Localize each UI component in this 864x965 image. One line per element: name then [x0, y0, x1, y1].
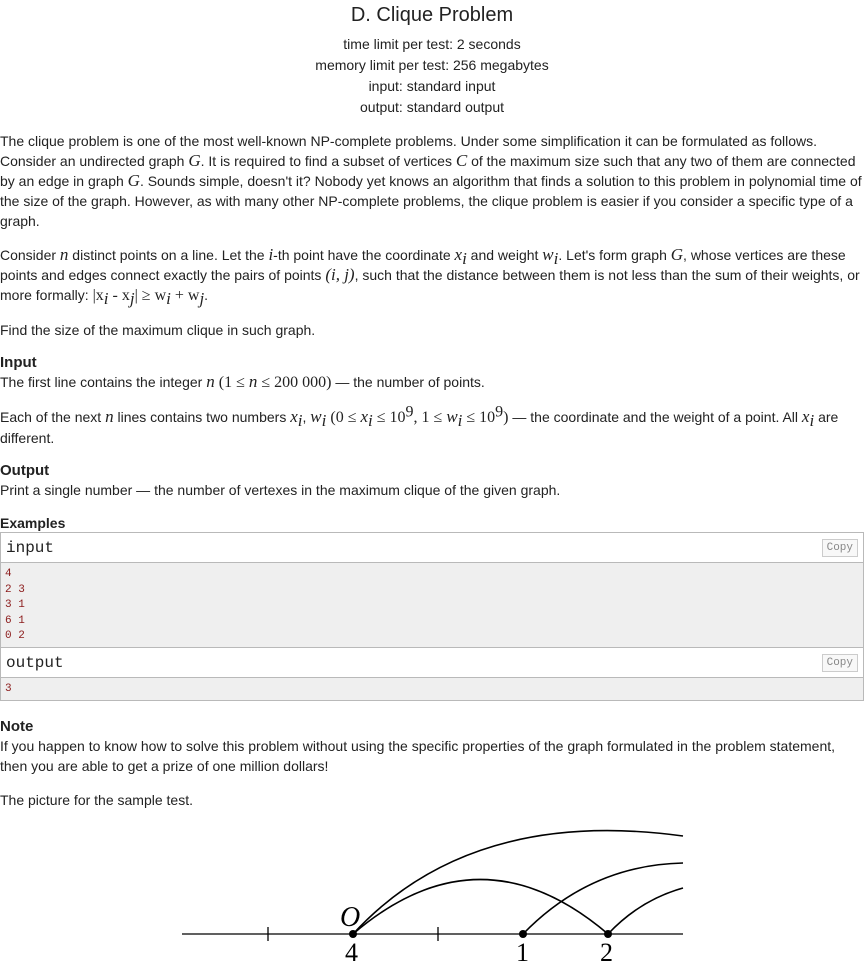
- arc-origin-to-2: [352, 878, 609, 935]
- problem-statement: The clique problem is one of the most we…: [0, 131, 864, 340]
- input-spec: input: standard input: [368, 78, 496, 94]
- sample-input-box: input Copy 4 2 3 3 1 6 1 0 2: [0, 532, 864, 648]
- arc-big: [352, 829, 684, 935]
- copy-input-button[interactable]: Copy: [821, 539, 858, 557]
- statement-paragraph-2: Consider n distinct points on a line. Le…: [0, 245, 860, 308]
- note-title: Note: [0, 717, 34, 735]
- output-spec: output: standard output: [360, 99, 504, 115]
- problem-header: D. Clique Problem time limit per test: 2…: [0, 0, 864, 118]
- input-section: Input The first line contains the intege…: [0, 354, 864, 448]
- sample-output-box: output Copy 3: [0, 647, 864, 701]
- statement-paragraph-1: The clique problem is one of the most we…: [0, 133, 862, 229]
- sample-output-text: 3: [1, 677, 863, 700]
- arc-from-2: [607, 887, 684, 935]
- sample-input-text: 4 2 3 3 1 6 1 0 2: [1, 563, 863, 647]
- point-marker: [519, 930, 527, 938]
- sample-input-header: input Copy: [1, 533, 863, 563]
- copy-output-button[interactable]: Copy: [821, 653, 858, 672]
- picture-caption: The picture for the sample test.: [0, 791, 193, 808]
- output-text: Print a single number — the number of ve…: [0, 482, 561, 498]
- memory-limit: memory limit per test: 256 megabytes: [315, 57, 549, 73]
- examples-title: Examples: [0, 515, 66, 531]
- problem-title: D. Clique Problem: [350, 4, 514, 26]
- note-text: If you happen to know how to solve this …: [0, 737, 836, 774]
- sample-input-label: input: [6, 539, 55, 557]
- sample-figure: O 4 1 2: [182, 829, 684, 965]
- note-section: Note If you happen to know how to solve …: [0, 718, 864, 810]
- statement-paragraph-3: Find the size of the maximum clique in s…: [0, 322, 316, 338]
- origin-label: O: [340, 902, 360, 933]
- output-section: Output Print a single number — the numbe…: [0, 462, 864, 500]
- input-title: Input: [0, 354, 37, 371]
- sample-output-header: output Copy: [1, 647, 863, 678]
- input-line-1: The first line contains the integer n (1…: [0, 372, 485, 391]
- input-line-2: Each of the next n lines contains two nu…: [0, 403, 839, 446]
- sample-output-label: output: [6, 653, 64, 672]
- examples-section: Examples input Copy 4 2 3 3 1 6 1 0 2 ou…: [0, 514, 864, 701]
- output-title: Output: [0, 462, 50, 479]
- arc-from-1: [522, 862, 684, 935]
- point-marker: [604, 930, 612, 938]
- time-limit: time limit per test: 2 seconds: [343, 36, 521, 52]
